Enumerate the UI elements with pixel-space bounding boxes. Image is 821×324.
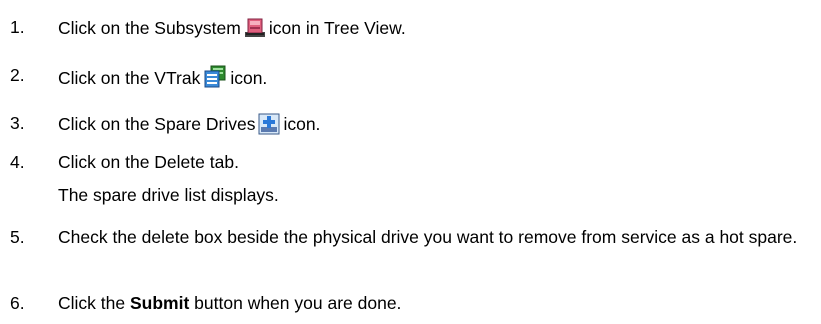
step-number: 3. <box>10 113 25 133</box>
step-text-after: icon in Tree View. <box>268 18 406 38</box>
step-number: 1. <box>10 17 25 37</box>
step-note: The spare drive list displays. <box>58 185 279 205</box>
subsystem-icon <box>244 17 266 44</box>
step-text-before: Click the <box>58 293 126 313</box>
instruction-steps: 1. Click on the Subsystem icon in Tree V… <box>0 0 821 324</box>
step-text: Click on the VTrak icon. <box>58 65 810 94</box>
step-text-after: icon. <box>230 68 268 88</box>
step-text-main: Click on the Delete tab. <box>58 152 239 172</box>
step-text: Check the delete box beside the physical… <box>58 227 798 247</box>
step-text-after: button when you are done. <box>194 293 402 313</box>
step-number: 2. <box>10 65 25 85</box>
step-number: 5. <box>10 227 25 247</box>
step-number: 4. <box>10 152 25 172</box>
step-text-before: Click on the Subsystem <box>58 18 241 38</box>
step-number: 6. <box>10 293 25 313</box>
step-text: Click on the Spare Drives icon. <box>58 113 810 140</box>
submit-label: Submit <box>129 293 190 313</box>
vtrak-icon <box>203 65 227 94</box>
step-text-before: Click on the VTrak <box>58 68 201 88</box>
step-text: Click on the Delete tab. The spare drive… <box>58 152 810 206</box>
step-text-after: icon. <box>283 114 321 134</box>
step-text-before: Click on the Spare Drives <box>58 114 256 134</box>
step-text: Click on the Subsystem icon in Tree View… <box>58 17 810 44</box>
step-text: Click the Submit button when you are don… <box>58 293 810 314</box>
spare-drives-icon <box>258 113 280 140</box>
